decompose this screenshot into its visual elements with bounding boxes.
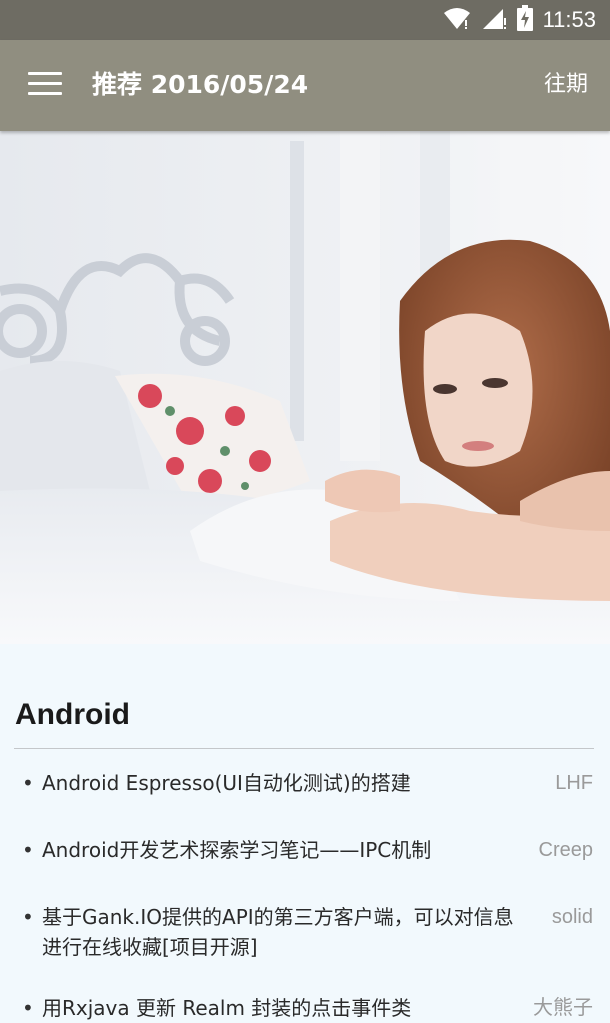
hero-photo[interactable] (0, 131, 610, 644)
post-author: LHF (555, 772, 593, 794)
app-bar: 推荐 2016/05/24 往期 (0, 40, 610, 131)
post-title: 基于Gank.IO提供的API的第三方客户端，可以对信息进行在线收藏[项目开源] (42, 905, 514, 959)
status-bar: 11:53 (0, 0, 610, 40)
bullet-icon: • (22, 838, 34, 862)
signal-icon (481, 6, 507, 34)
menu-icon[interactable] (28, 72, 62, 98)
post-title: Android开发艺术探索学习笔记——IPC机制 (42, 838, 432, 862)
post-title: Android Espresso(UI自动化测试)的搭建 (42, 771, 411, 795)
section-divider (14, 748, 594, 749)
history-button[interactable]: 往期 (544, 67, 588, 103)
battery-charging-icon (516, 5, 533, 35)
bullet-icon: • (22, 905, 34, 929)
post-author: solid (551, 906, 593, 928)
post-author: Creep (538, 839, 593, 861)
status-icons: 11:53 (443, 0, 596, 40)
wifi-icon (443, 6, 471, 34)
section-title-android: Android (15, 698, 130, 731)
page-title: 推荐 2016/05/24 (92, 70, 309, 99)
post-title: 用Rxjava 更新 Realm 封装的点击事件类 (42, 996, 412, 1020)
bullet-icon: • (22, 771, 34, 795)
post-author: 大熊子 (533, 997, 593, 1019)
status-time: 11:53 (542, 7, 596, 32)
bullet-icon: • (22, 996, 34, 1020)
